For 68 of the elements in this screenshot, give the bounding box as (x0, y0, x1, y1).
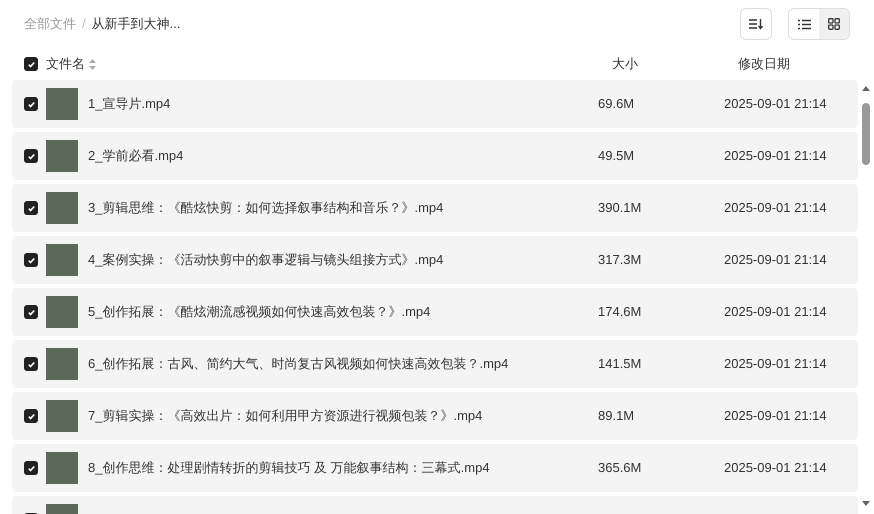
checkbox[interactable] (24, 305, 38, 319)
video-thumbnail (46, 192, 78, 224)
checkbox[interactable] (24, 149, 38, 163)
file-size: 317.3M (598, 251, 642, 270)
breadcrumb-item: 从新手到大神... (92, 15, 180, 34)
checkbox[interactable] (24, 57, 38, 71)
file-row[interactable]: 8_创作思维：处理剧情转折的剪辑技巧 及 万能叙事结构：三幕式.mp4 365.6M 2025-09-01 21:14 (12, 444, 858, 492)
modified-date: 2025-09-01 21:14 (724, 95, 827, 114)
modified-date: 2025-09-01 21:14 (724, 303, 827, 322)
checkmark-icon (26, 60, 36, 68)
checkbox[interactable] (24, 461, 38, 475)
file-row[interactable]: 2_学前必看.mp4 49.5M 2025-09-01 21:14 (12, 132, 858, 180)
video-thumbnail (46, 296, 78, 328)
file-name: 4_案例实操：《活动快剪中的叙事逻辑与镜头组接方式》.mp4 (88, 251, 444, 270)
file-row[interactable]: 6_创作拓展：古风、简约大气、时尚复古风视频如何快速高效包装？.mp4 141.5M 2025-09-01 21:14 (12, 340, 858, 388)
file-size: 69.6M (598, 95, 636, 114)
checkmark-icon (26, 360, 36, 368)
file-name: 7_剪辑实操：《高效出片：如何利用甲方资源进行视频包装？》.mp4 (88, 407, 484, 426)
file-name: 6_创作拓展：古风、简约大气、时尚复古风视频如何快速高效包装？.mp4 (88, 355, 510, 374)
video-thumbnail (46, 400, 78, 432)
modified-date: 2025-09-01 21:14 (724, 199, 827, 218)
file-size: 365.6M (598, 459, 642, 478)
modified-date: 2025-09-01 21:14 (724, 459, 827, 478)
file-row[interactable]: 7_剪辑实操：《高效出片：如何利用甲方资源进行视频包装？》.mp4 89.1M 2025-09-01 21:14 (12, 392, 858, 440)
checkmark-icon (26, 464, 36, 472)
checkmark-icon (26, 204, 36, 212)
video-thumbnail (46, 88, 78, 120)
checkmark-icon (26, 256, 36, 264)
grid-view-button[interactable] (819, 9, 849, 39)
file-row[interactable]: 3_剪辑思维：《酷炫快剪：如何选择叙事结构和音乐？》.mp4 390.1M 2025-09-01 21:14 (12, 184, 858, 232)
column-header[interactable]: 修改日期 (738, 54, 790, 74)
file-name: 2_学前必看.mp4 (88, 147, 184, 166)
grid-icon (828, 18, 840, 30)
video-thumbnail (46, 244, 78, 276)
checkbox[interactable] (24, 253, 38, 267)
file-name: 3_剪辑思维：《酷炫快剪：如何选择叙事结构和音乐？》.mp4 (88, 199, 444, 218)
checkbox[interactable] (24, 357, 38, 371)
sort-icon (749, 18, 763, 30)
modified-date: 2025-09-01 21:14 (724, 407, 827, 426)
file-name: 8_创作思维：处理剧情转折的剪辑技巧 及 万能叙事结构：三幕式.mp4 (88, 459, 491, 478)
file-size: 390.1M (598, 199, 642, 218)
video-thumbnail (46, 348, 78, 380)
sort-button[interactable] (740, 8, 772, 40)
file-row[interactable]: 1_宣导片.mp4 69.6M 2025-09-01 21:14 (12, 80, 858, 128)
checkbox[interactable] (24, 201, 38, 215)
checkmark-icon (26, 412, 36, 420)
file-name: 1_宣导片.mp4 (88, 95, 172, 114)
file-row[interactable]: 4_案例实操：《活动快剪中的叙事逻辑与镜头组接方式》.mp4 317.3M 2025-09-01 21:14 (12, 236, 858, 284)
file-name: 5_创作拓展：《酷炫潮流感视频如何快速高效包装？》.mp4 (88, 303, 432, 322)
file-size: 174.6M (598, 303, 642, 322)
file-size: 89.1M (598, 407, 636, 426)
checkbox[interactable] (24, 97, 38, 111)
video-thumbnail (46, 452, 78, 484)
checkbox[interactable] (24, 409, 38, 423)
breadcrumb-separator: / (82, 15, 86, 34)
file-size: 49.5M (598, 147, 636, 166)
checkmark-icon (26, 100, 36, 108)
modified-date: 2025-09-01 21:14 (724, 147, 827, 166)
video-thumbnail (46, 140, 78, 172)
column-header[interactable]: 大小 (612, 54, 638, 74)
checkmark-icon (26, 308, 36, 316)
file-row[interactable]: 5_创作拓展：《酷炫潮流感视频如何快速高效包装？》.mp4 174.6M 2025-09-01 21:14 (12, 288, 858, 336)
modified-date: 2025-09-01 21:14 (724, 355, 827, 374)
file-size: 141.5M (598, 355, 642, 374)
checkmark-icon (26, 152, 36, 160)
column-header[interactable]: 文件名 (46, 54, 85, 74)
list-icon (798, 18, 810, 30)
modified-date: 2025-09-01 21:14 (724, 251, 827, 270)
